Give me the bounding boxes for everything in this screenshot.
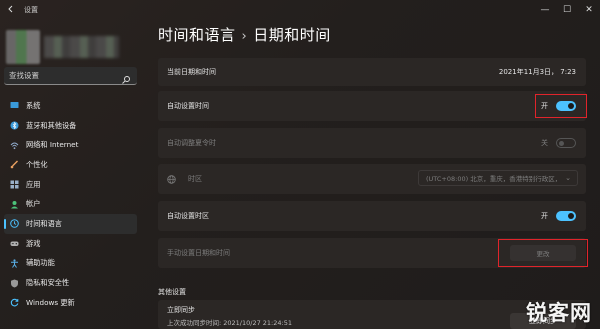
sync-subtitle: 上次成功同步时间: 2021/10/27 21:24:51: [167, 319, 292, 327]
sidebar-item-network[interactable]: 网络和 Internet: [4, 135, 137, 155]
gaming-icon: [10, 239, 19, 248]
current-datetime-card: 当前日期和时间 2021年11月3日， 7:23: [158, 58, 586, 86]
system-icon: [10, 101, 19, 110]
accessibility-icon: [10, 259, 19, 268]
sidebar-nav: 系统 蓝牙和其他设备 网络和 Internet 个性化 应用 帐户 时间和语言 …: [4, 96, 137, 313]
sidebar-item-label: 系统: [26, 100, 41, 110]
auto-timezone-label: 自动设置时区: [167, 212, 209, 220]
page-title: 时间和语言 › 日期和时间: [158, 24, 331, 45]
minimize-button[interactable]: —: [534, 0, 556, 20]
dst-label: 自动调整夏令时: [167, 139, 216, 147]
sync-title: 立即同步: [167, 306, 195, 314]
settings-window: 设置 — ☐ ✕ 系统 蓝牙和其他设备: [0, 0, 600, 329]
title-bar: 设置 — ☐ ✕: [0, 0, 600, 22]
search-input[interactable]: [9, 71, 119, 80]
sidebar-item-time-language[interactable]: 时间和语言: [4, 214, 137, 234]
highlight-box-change: [498, 239, 588, 267]
sync-card: 立即同步 上次成功同步时间: 2021/10/27 21:24:51 立即同步: [158, 300, 586, 329]
current-datetime-label: 当前日期和时间: [167, 68, 216, 76]
sidebar-item-accounts[interactable]: 帐户: [4, 194, 137, 214]
maximize-button[interactable]: ☐: [556, 0, 578, 20]
sidebar-item-label: 网络和 Internet: [26, 140, 79, 150]
breadcrumb-current: 日期和时间: [253, 26, 331, 44]
sidebar-item-system[interactable]: 系统: [4, 96, 137, 116]
windows-update-icon: [10, 298, 19, 307]
timezone-card: 时区 (UTC+08:00) 北京，重庆，香港特别行政区， ⌄: [158, 164, 586, 194]
network-icon: [10, 141, 19, 150]
window-title: 设置: [24, 6, 38, 14]
sidebar-item-label: Windows 更新: [26, 297, 75, 307]
personalization-icon: [10, 160, 19, 169]
dst-control: 关: [541, 138, 576, 148]
apps-icon: [10, 180, 19, 189]
close-button[interactable]: ✕: [578, 0, 600, 20]
back-arrow-icon[interactable]: [6, 4, 18, 16]
sidebar-item-bluetooth[interactable]: 蓝牙和其他设备: [4, 116, 137, 136]
breadcrumb-parent[interactable]: 时间和语言: [158, 26, 236, 44]
sidebar-item-privacy[interactable]: 隐私和安全性: [4, 273, 137, 293]
window-controls: — ☐ ✕: [534, 0, 600, 20]
timezone-dropdown[interactable]: (UTC+08:00) 北京，重庆，香港特别行政区， ⌄: [418, 170, 578, 186]
chevron-down-icon: ⌄: [565, 174, 571, 182]
sidebar-item-label: 游戏: [26, 238, 41, 248]
accounts-icon: [10, 200, 19, 209]
auto-timezone-card: 自动设置时区 开: [158, 201, 586, 231]
sidebar-item-label: 时间和语言: [26, 218, 62, 228]
profile-name-blurred: [44, 36, 119, 58]
sidebar-item-accessibility[interactable]: 辅助功能: [4, 254, 137, 274]
dst-card: 自动调整夏令时 关: [158, 128, 586, 158]
time-language-icon: [10, 219, 19, 229]
search-box: [4, 67, 137, 85]
auto-timezone-control: 开: [541, 211, 576, 221]
globe-icon: [167, 174, 176, 184]
watermark: 锐客网: [526, 301, 592, 325]
manual-datetime-label: 手动设置日期和时间: [167, 249, 230, 257]
sidebar-item-label: 帐户: [26, 199, 41, 209]
highlight-box-auto-time: [535, 94, 587, 118]
auto-timezone-state: 开: [541, 212, 548, 220]
sidebar-item-apps[interactable]: 应用: [4, 175, 137, 195]
user-profile[interactable]: [6, 30, 121, 70]
timezone-value: (UTC+08:00) 北京，重庆，香港特别行政区，: [426, 175, 562, 183]
sidebar-item-label: 个性化: [26, 159, 48, 169]
current-datetime-right: 2021年11月3日， 7:23: [499, 67, 576, 77]
dst-state: 关: [541, 139, 548, 147]
breadcrumb-separator-icon: ›: [241, 29, 248, 44]
sidebar-item-label: 辅助功能: [26, 258, 55, 268]
sidebar-item-personalization[interactable]: 个性化: [4, 155, 137, 175]
auto-timezone-toggle[interactable]: [556, 211, 576, 221]
sidebar-item-label: 应用: [26, 179, 41, 189]
bluetooth-icon: [10, 121, 19, 130]
auto-time-card: 自动设置时间 开: [158, 91, 586, 121]
auto-time-label: 自动设置时间: [167, 102, 209, 110]
privacy-shield-icon: [10, 279, 19, 288]
search-icon[interactable]: [121, 70, 131, 84]
timezone-label: 时区: [188, 175, 202, 183]
sidebar-item-windows-update[interactable]: Windows 更新: [4, 293, 137, 313]
sidebar-item-gaming[interactable]: 游戏: [4, 234, 137, 254]
sidebar-item-label: 蓝牙和其他设备: [26, 120, 77, 130]
sidebar-item-label: 隐私和安全性: [26, 278, 70, 288]
other-settings-heading: 其他设置: [158, 288, 186, 296]
dst-toggle[interactable]: [556, 138, 576, 148]
avatar: [6, 30, 40, 64]
current-datetime-value: 2021年11月3日， 7:23: [498, 68, 576, 76]
